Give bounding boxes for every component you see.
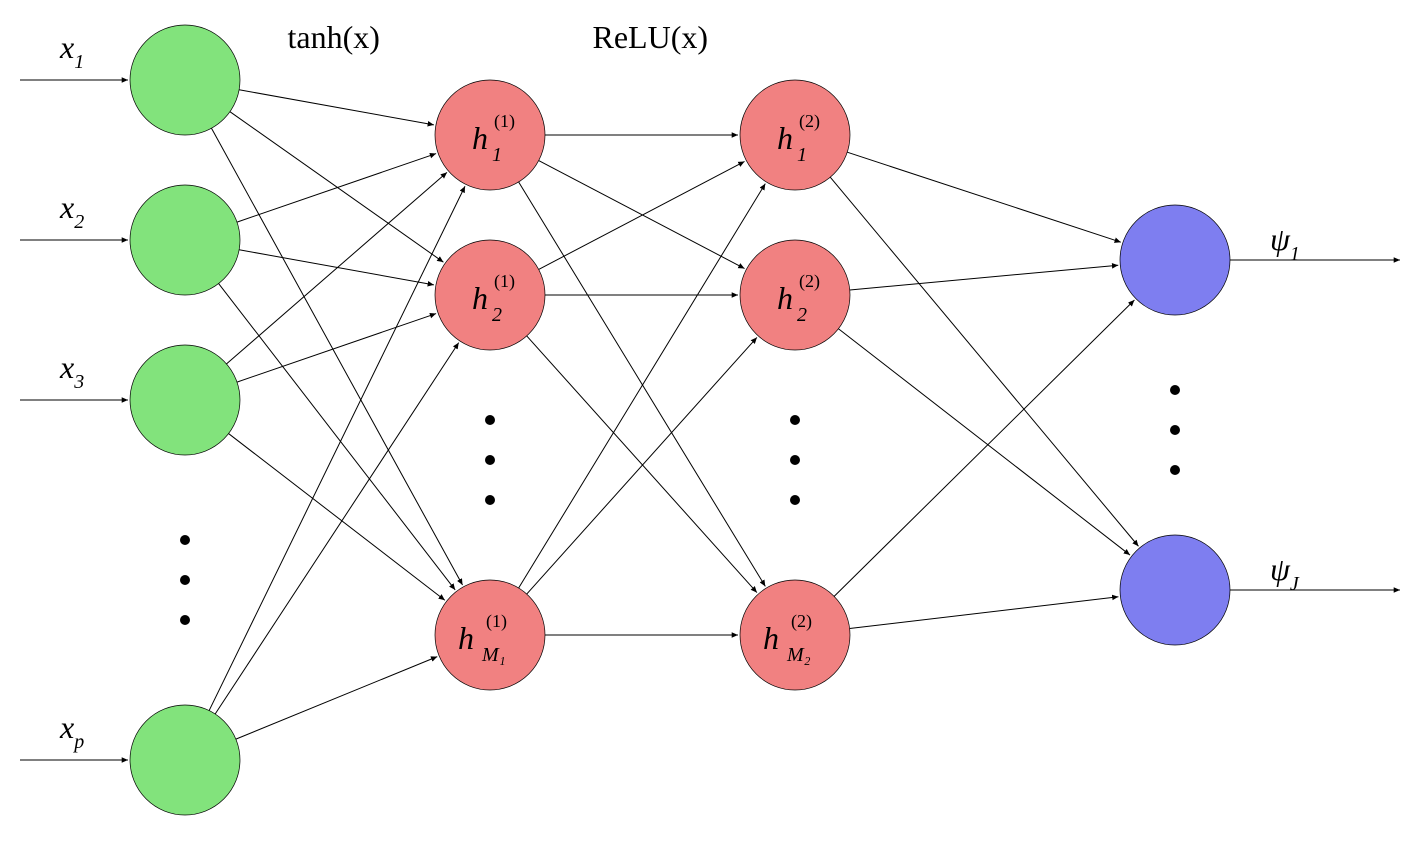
- edge: [229, 434, 445, 601]
- hidden-sup: (1): [494, 271, 515, 292]
- hidden-label: h: [763, 620, 779, 656]
- hidden1-node: [435, 80, 545, 190]
- ellipsis-dot: [180, 575, 190, 585]
- edge: [230, 112, 443, 262]
- edge: [527, 337, 757, 594]
- edge: [219, 284, 456, 590]
- ellipsis-dot: [1170, 385, 1180, 395]
- hidden-sup: (1): [486, 611, 507, 632]
- input-label: xp: [59, 709, 84, 753]
- output-node: [1120, 205, 1230, 315]
- edge: [539, 161, 745, 269]
- output-label: ψ1: [1270, 221, 1300, 265]
- edge: [834, 300, 1134, 596]
- edge: [850, 265, 1118, 290]
- edge: [215, 343, 459, 714]
- hidden-sub: 2: [492, 304, 502, 326]
- hidden-sup: (2): [799, 271, 820, 292]
- ellipsis-dot: [790, 495, 800, 505]
- ellipsis-dot: [485, 415, 495, 425]
- edge: [227, 172, 447, 364]
- edge: [519, 182, 766, 586]
- ellipsis-dot: [485, 455, 495, 465]
- nn-diagram: x1x2x3xph(1)1h(1)2h(1)M₁h(2)1h(2)2h(2)M₂…: [0, 0, 1416, 846]
- output-label: ψJ: [1270, 551, 1300, 595]
- ellipsis-dot: [1170, 465, 1180, 475]
- input-node: [130, 185, 240, 295]
- hidden-sub: M₁: [481, 644, 506, 666]
- hidden-sub: 1: [492, 144, 502, 166]
- edge: [847, 152, 1121, 242]
- hidden-sup: (1): [494, 111, 515, 132]
- hidden-label: h: [472, 280, 488, 316]
- hidden-sup: (2): [799, 111, 820, 132]
- input-label: x3: [59, 349, 84, 393]
- edge: [239, 250, 434, 285]
- edge: [236, 657, 437, 740]
- input-node: [130, 25, 240, 135]
- edge: [850, 597, 1119, 629]
- hidden2-node: [740, 80, 850, 190]
- hidden-sub: 1: [797, 144, 807, 166]
- output-node: [1120, 535, 1230, 645]
- input-label: x1: [59, 29, 84, 73]
- hidden-sup: (2): [791, 611, 812, 632]
- ellipsis-dot: [790, 455, 800, 465]
- ellipsis-dot: [1170, 425, 1180, 435]
- hidden-label: h: [458, 620, 474, 656]
- input-node: [130, 345, 240, 455]
- edge: [838, 329, 1130, 555]
- edge: [239, 90, 434, 125]
- edge: [519, 184, 766, 588]
- ellipsis-dot: [790, 415, 800, 425]
- ellipsis-dot: [180, 535, 190, 545]
- hidden1-node: [435, 580, 545, 690]
- hidden2-node: [740, 240, 850, 350]
- hidden-label: h: [777, 120, 793, 156]
- hidden-sub: 2: [797, 304, 807, 326]
- activation-label-2: ReLU(x): [593, 19, 709, 55]
- input-node: [130, 705, 240, 815]
- ellipsis-dot: [485, 495, 495, 505]
- edge: [237, 314, 436, 383]
- hidden-sub: M₂: [786, 644, 811, 666]
- activation-label-1: tanh(x): [288, 19, 380, 55]
- hidden2-node: [740, 580, 850, 690]
- ellipsis-dot: [180, 615, 190, 625]
- edge: [237, 154, 436, 223]
- input-label: x2: [59, 189, 84, 233]
- hidden1-node: [435, 240, 545, 350]
- hidden-label: h: [777, 280, 793, 316]
- edge: [527, 336, 757, 593]
- edge: [539, 161, 745, 269]
- hidden-label: h: [472, 120, 488, 156]
